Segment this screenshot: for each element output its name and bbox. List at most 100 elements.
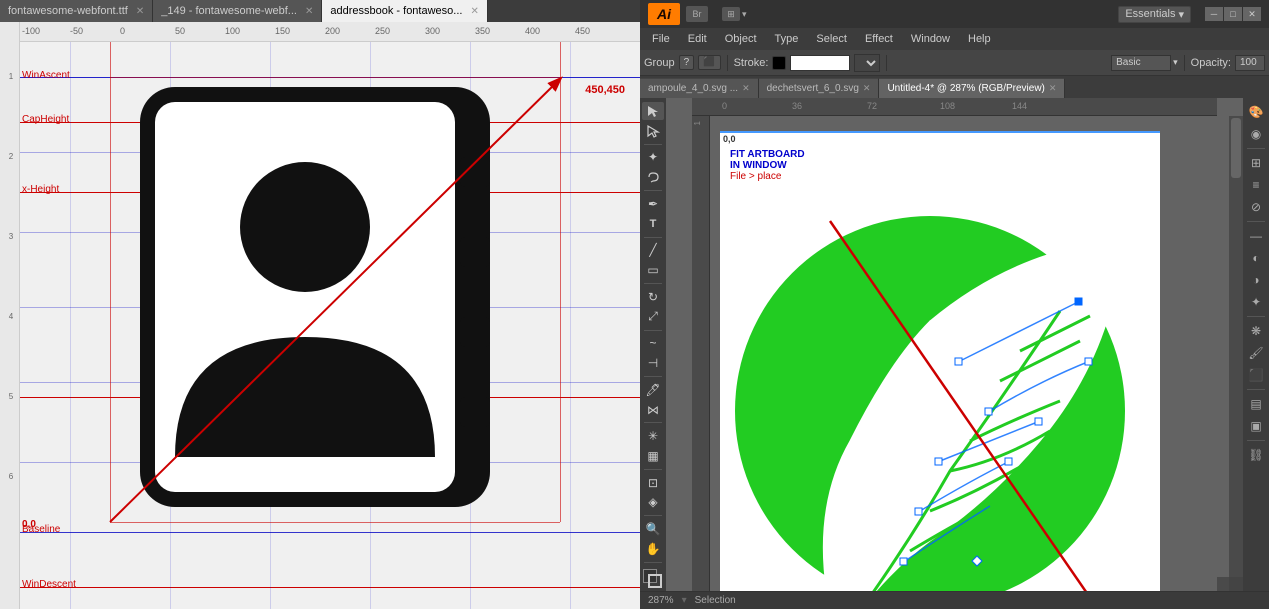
type-tool[interactable]: T xyxy=(642,215,664,233)
ruler-tick--100: -100 xyxy=(22,26,40,36)
maximize-button[interactable]: □ xyxy=(1224,7,1242,21)
stroke-swatch[interactable] xyxy=(648,574,662,588)
doc-tab-close-2[interactable]: ✕ xyxy=(1049,83,1057,94)
tab-bar: fontawesome-webfont.ttf ✕ _149 - fontawe… xyxy=(0,0,640,22)
zoom-tool[interactable]: 🔍 xyxy=(642,520,664,538)
ruler-tick-150: 150 xyxy=(275,26,290,36)
layers-icon[interactable]: ▤ xyxy=(1246,394,1266,414)
scrollbar-vertical[interactable] xyxy=(1229,116,1243,577)
menu-file[interactable]: File xyxy=(644,31,678,47)
tool-sep-1 xyxy=(644,144,662,145)
tab-close-2[interactable]: ✕ xyxy=(470,6,478,17)
menu-window[interactable]: Window xyxy=(903,31,958,47)
eraser-tool[interactable]: ◈ xyxy=(642,494,664,512)
symbol-tool[interactable]: ✳ xyxy=(642,427,664,445)
canvas-ruler-left: 1 xyxy=(692,116,710,591)
ruler-mark-144: 144 xyxy=(1012,101,1027,111)
fill-stroke-swatches[interactable] xyxy=(643,569,663,585)
width-tool[interactable]: ⊣ xyxy=(642,354,664,372)
color-icon[interactable]: 🎨 xyxy=(1246,102,1266,122)
ruler-mark-0: 0 xyxy=(722,101,727,111)
arrange-panels[interactable]: ⊞ ▾ xyxy=(722,7,747,21)
direct-selection-tool[interactable] xyxy=(642,122,664,140)
tab-addressbook[interactable]: addressbook - fontaweso... ✕ xyxy=(322,0,487,22)
blend-tool[interactable]: ⋈ xyxy=(642,401,664,419)
ruler-tick-350: 350 xyxy=(475,26,490,36)
rp-sep-2 xyxy=(1247,221,1265,222)
stroke-preview[interactable] xyxy=(790,55,850,71)
line-tool[interactable]: ╱ xyxy=(642,241,664,259)
rp-sep-1 xyxy=(1247,148,1265,149)
rotate-tool[interactable]: ↻ xyxy=(642,288,664,306)
warp-tool[interactable]: ~ xyxy=(642,334,664,352)
align-icon[interactable]: ≡ xyxy=(1246,175,1266,195)
menu-help[interactable]: Help xyxy=(960,31,999,47)
bridge-icon[interactable]: Br xyxy=(686,6,708,22)
scale-tool[interactable]: ⤢ xyxy=(642,308,664,326)
doc-tab-ampoule[interactable]: ampoule_4_0.svg ... ✕ xyxy=(640,78,759,98)
doc-tab-close-1[interactable]: ✕ xyxy=(863,83,871,94)
menu-object[interactable]: Object xyxy=(717,31,765,47)
doc-tab-untitled[interactable]: Untitled-4* @ 287% (RGB/Preview) ✕ xyxy=(879,78,1065,98)
ruler-v-number: 1 xyxy=(693,121,702,125)
group-label: Group xyxy=(644,57,675,69)
ctrl-question[interactable]: ? xyxy=(679,55,695,70)
tool-sep-3 xyxy=(644,237,662,238)
artboard-container: 0,0 FIT ARTBOARD IN WINDOW File > place xyxy=(710,116,1217,591)
close-button[interactable]: ✕ xyxy=(1243,7,1261,21)
menu-select[interactable]: Select xyxy=(808,31,855,47)
menu-edit[interactable]: Edit xyxy=(680,31,715,47)
gradient-icon[interactable]: ◐ xyxy=(1246,248,1266,268)
minimize-button[interactable]: ─ xyxy=(1205,7,1223,21)
essentials-dropdown[interactable]: Essentials ▾ xyxy=(1118,6,1191,23)
arrange-icon[interactable]: ⊞ xyxy=(722,7,740,21)
slice-tool[interactable]: ⊡ xyxy=(642,474,664,492)
doc-tab-close-0[interactable]: ✕ xyxy=(742,83,750,94)
zoom-level[interactable]: 287% xyxy=(648,595,674,606)
pen-tool[interactable]: ✒ xyxy=(642,195,664,213)
opacity-label: Opacity: xyxy=(1191,57,1231,69)
tab-fontawesome-ttf[interactable]: fontawesome-webfont.ttf ✕ xyxy=(0,0,153,22)
magic-wand-tool[interactable]: ✦ xyxy=(642,148,664,166)
ai-titlebar: Ai Br ⊞ ▾ Essentials ▾ ─ □ ✕ xyxy=(640,0,1269,28)
artboard: 0,0 FIT ARTBOARD IN WINDOW File > place xyxy=(720,131,1160,591)
hand-tool[interactable]: ✋ xyxy=(642,540,664,558)
ctrl-isolation[interactable]: ⬛ xyxy=(698,55,720,70)
swatches-icon[interactable]: ⬛ xyxy=(1246,365,1266,385)
right-panel-icons: 🎨 ◉ ⊞ ≡ ⊘ — ◐ ◑ ✦ ❋ 🖌 ⬛ ▤ ▣ ⛓ xyxy=(1243,98,1269,591)
artboards-icon[interactable]: ▣ xyxy=(1246,416,1266,436)
menu-effect[interactable]: Effect xyxy=(857,31,901,47)
menu-type[interactable]: Type xyxy=(767,31,807,47)
scrollbar-thumb-v[interactable] xyxy=(1231,118,1241,178)
ruler-v-5: 5 xyxy=(2,392,20,401)
doc-tab-dechetsvert[interactable]: dechetsvert_6_0.svg ✕ xyxy=(759,78,880,98)
tab-149[interactable]: _149 - fontawesome-webf... ✕ xyxy=(153,0,322,22)
stroke-select[interactable] xyxy=(854,54,880,72)
ruler-mark-72: 72 xyxy=(867,101,877,111)
links-icon[interactable]: ⛓ xyxy=(1246,445,1266,465)
stroke-panel-icon[interactable]: — xyxy=(1246,226,1266,246)
pathfinder-icon[interactable]: ⊘ xyxy=(1246,197,1266,217)
symbols-icon[interactable]: ❋ xyxy=(1246,321,1266,341)
tab-close-0[interactable]: ✕ xyxy=(136,6,144,17)
appearance-icon[interactable]: ◑ xyxy=(1246,270,1266,290)
transform-icon[interactable]: ⊞ xyxy=(1246,153,1266,173)
ruler-mark-36: 36 xyxy=(792,101,802,111)
tool-sep-2 xyxy=(644,190,662,191)
color-guide-icon[interactable]: ◉ xyxy=(1246,124,1266,144)
selection-tool[interactable] xyxy=(642,102,664,120)
font-canvas: -100 -50 0 50 100 150 200 250 300 350 40… xyxy=(0,22,640,609)
ruler-tick-300: 300 xyxy=(425,26,440,36)
lasso-tool[interactable] xyxy=(642,168,664,186)
style-dropdown-arrow[interactable]: ▾ xyxy=(1173,57,1178,68)
stroke-color-swatch[interactable] xyxy=(772,56,786,70)
chart-tool[interactable]: ▦ xyxy=(642,447,664,465)
eyedropper-tool[interactable]: 🖊 xyxy=(642,381,664,399)
rectangle-tool[interactable]: ▭ xyxy=(642,261,664,279)
style-input[interactable]: Basic xyxy=(1111,55,1171,71)
opacity-input[interactable]: 100 xyxy=(1235,55,1265,71)
tool-sep-8 xyxy=(644,469,662,470)
brushes-icon[interactable]: 🖌 xyxy=(1246,343,1266,363)
graphic-styles-icon[interactable]: ✦ xyxy=(1246,292,1266,312)
tab-close-1[interactable]: ✕ xyxy=(305,6,313,17)
